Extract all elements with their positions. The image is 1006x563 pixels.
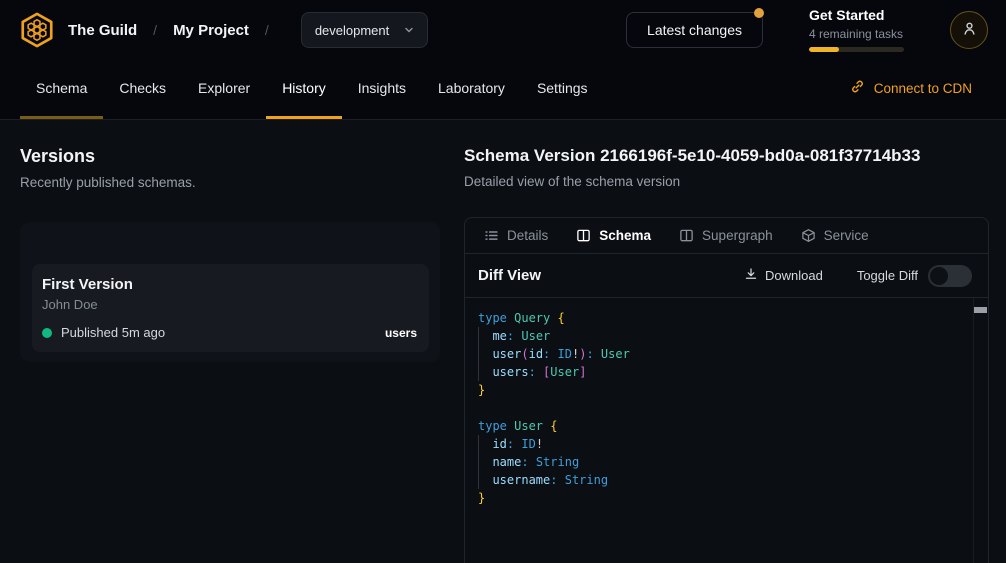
get-started-subtitle: 4 remaining tasks <box>809 27 904 41</box>
top-header: The Guild / My Project / development Lat… <box>0 0 1006 60</box>
diff-actions: Download Toggle Diff <box>744 265 972 287</box>
nav-tab-settings[interactable]: Settings <box>521 60 604 119</box>
scrollbar-thumb[interactable] <box>974 307 987 313</box>
version-name: First Version <box>42 276 417 293</box>
versions-subtitle: Recently published schemas. <box>20 175 440 190</box>
nav-tab-checks[interactable]: Checks <box>103 60 182 119</box>
code-line <box>465 399 974 417</box>
connect-cdn-label: Connect to CDN <box>874 81 972 96</box>
cube-icon <box>801 228 816 243</box>
code-scrollbar[interactable] <box>973 298 988 563</box>
schema-version-subtitle: Detailed view of the schema version <box>464 174 989 189</box>
latest-changes-button[interactable]: Latest changes <box>626 12 763 48</box>
columns-icon <box>576 228 591 243</box>
tab-service[interactable]: Service <box>801 228 869 243</box>
schema-version-section: Schema Version 2166196f-5e10-4059-bd0a-0… <box>464 120 989 563</box>
connect-cdn-link[interactable]: Connect to CDN <box>850 60 972 116</box>
header-actions: Latest changes Get Started 4 remaining t… <box>626 8 988 51</box>
toggle-diff-label: Toggle Diff <box>857 268 918 283</box>
code-line: users: [User] <box>465 363 974 381</box>
breadcrumb-separator: / <box>153 22 157 38</box>
schema-version-title: Schema Version 2166196f-5e10-4059-bd0a-0… <box>464 146 989 166</box>
download-icon <box>744 267 758 284</box>
nav-tab-explorer[interactable]: Explorer <box>182 60 266 119</box>
avatar[interactable] <box>950 11 988 49</box>
code-line: } <box>465 489 974 507</box>
version-author: John Doe <box>42 297 417 312</box>
diff-view-title: Diff View <box>478 267 541 284</box>
versions-list-card: First Version John Doe Published 5m ago … <box>20 222 440 362</box>
tab-label: Details <box>507 228 548 243</box>
code-line: } <box>465 381 974 399</box>
main-nav: SchemaChecksExplorerHistoryInsightsLabor… <box>0 60 1006 119</box>
versions-title: Versions <box>20 146 440 167</box>
notification-dot-icon <box>754 8 764 18</box>
versions-section: Versions Recently published schemas. Fir… <box>20 120 440 362</box>
chevron-down-icon <box>403 24 415 36</box>
tab-details[interactable]: Details <box>484 228 548 243</box>
code-line: me: User <box>465 327 974 345</box>
version-card[interactable]: First Version John Doe Published 5m ago … <box>32 264 429 352</box>
code-line: username: String <box>465 471 974 489</box>
tab-supergraph[interactable]: Supergraph <box>679 228 773 243</box>
app-root: The Guild / My Project / development Lat… <box>0 0 1006 563</box>
nav-tab-schema[interactable]: Schema <box>20 60 103 119</box>
get-started-title: Get Started <box>809 8 904 23</box>
person-icon <box>961 20 978 40</box>
tab-schema[interactable]: Schema <box>576 228 651 243</box>
code-line: type User { <box>465 417 974 435</box>
progress-bar <box>809 47 904 52</box>
latest-changes-label: Latest changes <box>647 22 742 38</box>
toggle-diff-switch[interactable] <box>928 265 972 287</box>
code-line: id: ID! <box>465 435 974 453</box>
tab-label: Supergraph <box>702 228 773 243</box>
code-line: type Query { <box>465 309 974 327</box>
tab-label: Schema <box>599 228 651 243</box>
service-badge: users <box>385 326 417 340</box>
diff-view-header: Diff View Download Toggle Diff <box>465 254 988 298</box>
org-name[interactable]: The Guild <box>68 22 137 39</box>
nav-tab-laboratory[interactable]: Laboratory <box>422 60 521 119</box>
version-status-row: Published 5m ago users <box>42 325 417 340</box>
schema-code-block[interactable]: type Query { me: User user(id: ID!): Use… <box>465 298 974 563</box>
columns-icon <box>679 228 694 243</box>
published-status-dot-icon <box>42 328 52 338</box>
guild-logo-icon[interactable] <box>18 11 56 49</box>
top-block: The Guild / My Project / development Lat… <box>0 0 1006 120</box>
download-label: Download <box>765 268 823 283</box>
schema-version-panel: Details Schema Supergraph Service Diff View… <box>464 217 989 563</box>
get-started-widget[interactable]: Get Started 4 remaining tasks <box>809 8 904 51</box>
breadcrumb-separator: / <box>265 22 269 38</box>
code-line: user(id: ID!): User <box>465 345 974 363</box>
environment-dropdown[interactable]: development <box>301 12 428 48</box>
detail-tabs: Details Schema Supergraph Service <box>465 218 988 254</box>
switch-knob <box>930 267 948 285</box>
tab-label: Service <box>824 228 869 243</box>
link-icon <box>850 79 865 97</box>
list-icon <box>484 228 499 243</box>
project-name[interactable]: My Project <box>173 22 249 39</box>
progress-fill <box>809 47 839 52</box>
nav-tab-history[interactable]: History <box>266 60 342 119</box>
environment-value: development <box>315 23 389 38</box>
nav-tab-insights[interactable]: Insights <box>342 60 422 119</box>
code-line: name: String <box>465 453 974 471</box>
breadcrumb: The Guild / My Project / development <box>18 11 428 49</box>
nav-tabs: SchemaChecksExplorerHistoryInsightsLabor… <box>0 60 604 119</box>
download-button[interactable]: Download <box>744 267 823 284</box>
published-status-text: Published 5m ago <box>61 325 165 340</box>
